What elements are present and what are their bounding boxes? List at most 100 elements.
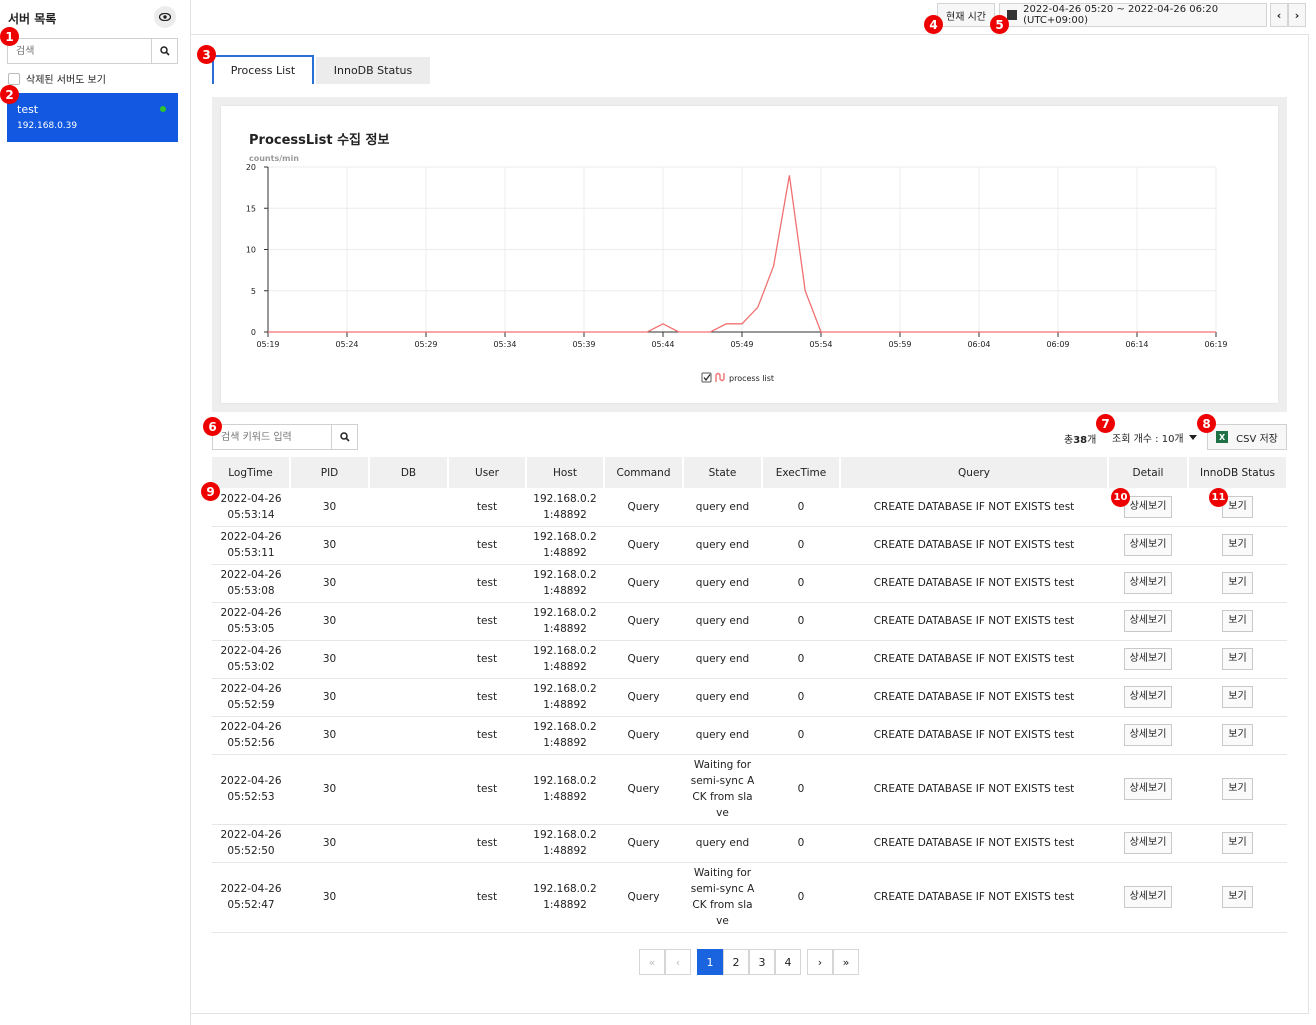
x-tick-label: 05:24 bbox=[335, 340, 358, 349]
innodb-view-button[interactable]: 보기 bbox=[1222, 832, 1253, 854]
table-cell: 30 bbox=[290, 678, 369, 717]
detail-button[interactable]: 상세보기 bbox=[1123, 778, 1173, 800]
show-deleted-toggle[interactable]: 삭제된 서버도 보기 bbox=[8, 71, 106, 86]
table-cell: Query bbox=[604, 678, 683, 717]
innodb-view-button[interactable]: 보기 bbox=[1222, 572, 1253, 594]
table-cell: 192.168.0.2 1:48892 bbox=[526, 862, 604, 933]
marker-1: 1 bbox=[0, 27, 19, 46]
table-cell: query end bbox=[683, 678, 762, 717]
detail-button[interactable]: 상세보기 bbox=[1123, 572, 1173, 594]
server-sidebar: 서버 목록 삭제된 서버도 보기 test 192.168.0.39 bbox=[0, 0, 191, 1025]
x-tick-label: 06:19 bbox=[1204, 340, 1227, 349]
innodb-cell: 보기 bbox=[1188, 716, 1287, 755]
table-cell: 192.168.0.2 1:48892 bbox=[526, 640, 604, 679]
server-list-item[interactable]: test 192.168.0.39 bbox=[7, 93, 178, 142]
page-3-button[interactable]: 3 bbox=[749, 949, 775, 975]
column-header: Detail bbox=[1108, 457, 1189, 488]
table-cell bbox=[369, 640, 448, 679]
marker-5: 5 bbox=[990, 15, 1009, 34]
detail-button[interactable]: 상세보기 bbox=[1123, 686, 1173, 708]
y-tick-label: 10 bbox=[246, 246, 256, 255]
innodb-cell: 보기 bbox=[1188, 488, 1287, 527]
table-cell: CREATE DATABASE IF NOT EXISTS test bbox=[840, 716, 1108, 755]
excel-icon: X bbox=[1216, 431, 1229, 443]
table-cell: CREATE DATABASE IF NOT EXISTS test bbox=[840, 640, 1108, 679]
tab-process-list[interactable]: Process List bbox=[212, 55, 314, 84]
keyword-search-input[interactable] bbox=[213, 425, 331, 449]
table-cell: 30 bbox=[290, 716, 369, 755]
page-size-select[interactable]: 조회 개수 : 10개 bbox=[1112, 430, 1198, 445]
innodb-view-button[interactable]: 보기 bbox=[1222, 778, 1253, 800]
table-cell: test bbox=[448, 754, 526, 825]
innodb-view-button[interactable]: 보기 bbox=[1222, 686, 1253, 708]
detail-button[interactable]: 상세보기 bbox=[1123, 724, 1173, 746]
detail-button[interactable]: 상세보기 bbox=[1123, 886, 1173, 908]
table-cell bbox=[369, 824, 448, 863]
column-header: Host bbox=[526, 457, 605, 488]
server-search-input[interactable] bbox=[8, 39, 151, 63]
search-icon[interactable] bbox=[331, 425, 357, 449]
detail-button[interactable]: 상세보기 bbox=[1123, 832, 1173, 854]
table-cell: query end bbox=[683, 716, 762, 755]
innodb-view-button[interactable]: 보기 bbox=[1222, 724, 1253, 746]
marker-6: 6 bbox=[203, 417, 222, 436]
detail-button[interactable]: 상세보기 bbox=[1123, 495, 1173, 518]
column-header: State bbox=[683, 457, 763, 488]
search-icon[interactable] bbox=[151, 39, 177, 63]
table-cell bbox=[369, 754, 448, 825]
last-page-button[interactable]: » bbox=[833, 949, 859, 975]
keyword-search-box bbox=[212, 424, 358, 450]
column-header: DB bbox=[369, 457, 449, 488]
eye-icon[interactable] bbox=[154, 6, 176, 28]
table-cell: 0 bbox=[762, 716, 840, 755]
time-range-picker[interactable]: 2022-04-26 05:20 ~ 2022-04-26 06:20 (UTC… bbox=[999, 3, 1267, 27]
calendar-icon bbox=[1007, 10, 1018, 20]
first-page-button[interactable]: « bbox=[639, 949, 665, 975]
column-header: LogTime bbox=[212, 457, 291, 488]
marker-7: 7 bbox=[1096, 414, 1115, 433]
table-row: 2022-04-26 05:52:56 30 test 192.168.0.2 1:4… bbox=[212, 716, 1287, 755]
column-header: ExecTime bbox=[762, 457, 841, 488]
detail-cell: 상세보기 bbox=[1108, 754, 1188, 825]
prev-range-button[interactable]: ‹ bbox=[1270, 3, 1288, 27]
detail-button[interactable]: 상세보기 bbox=[1123, 610, 1173, 632]
next-range-button[interactable]: › bbox=[1288, 3, 1306, 27]
column-header: Query bbox=[840, 457, 1109, 488]
table-cell: 2022-04-26 05:52:56 bbox=[212, 716, 290, 755]
innodb-view-button[interactable]: 보기 bbox=[1222, 886, 1253, 908]
time-range-text: 2022-04-26 05:20 ~ 2022-04-26 06:20 (UTC… bbox=[1023, 4, 1219, 26]
csv-save-button[interactable]: X CSV 저장 bbox=[1207, 424, 1287, 450]
table-cell: 192.168.0.2 1:48892 bbox=[526, 824, 604, 863]
next-page-button[interactable]: › bbox=[807, 949, 833, 975]
y-tick-label: 5 bbox=[251, 287, 256, 296]
table-cell: Query bbox=[604, 526, 683, 565]
table-cell: 2022-04-26 05:52:47 bbox=[212, 862, 290, 933]
x-tick-label: 05:19 bbox=[256, 340, 279, 349]
innodb-view-button[interactable]: 보기 bbox=[1222, 648, 1253, 670]
table-cell bbox=[369, 716, 448, 755]
table-cell: 0 bbox=[762, 526, 840, 565]
table-cell: 30 bbox=[290, 488, 369, 527]
current-time-button[interactable]: 현재 시간 bbox=[937, 3, 995, 27]
page-1-button[interactable]: 1 bbox=[697, 949, 723, 975]
detail-button[interactable]: 상세보기 bbox=[1123, 534, 1173, 556]
innodb-view-button[interactable]: 보기 bbox=[1222, 610, 1253, 632]
total-prefix: 총 bbox=[1064, 435, 1074, 446]
tab-innodb-status[interactable]: InnoDB Status bbox=[316, 57, 430, 84]
page-2-button[interactable]: 2 bbox=[723, 949, 749, 975]
table-cell: CREATE DATABASE IF NOT EXISTS test bbox=[840, 564, 1108, 603]
page-4-button[interactable]: 4 bbox=[775, 949, 801, 975]
prev-page-button[interactable]: ‹ bbox=[665, 949, 691, 975]
table-cell: test bbox=[448, 602, 526, 641]
table-cell: 2022-04-26 05:53:05 bbox=[212, 602, 290, 641]
innodb-view-button[interactable]: 보기 bbox=[1222, 534, 1253, 556]
table-cell bbox=[369, 488, 448, 527]
show-deleted-checkbox[interactable] bbox=[8, 72, 20, 85]
table-cell: Query bbox=[604, 640, 683, 679]
table-cell: Query bbox=[604, 602, 683, 641]
table-cell: 30 bbox=[290, 564, 369, 603]
table-cell: 2022-04-26 05:52:59 bbox=[212, 678, 290, 717]
detail-button[interactable]: 상세보기 bbox=[1123, 648, 1173, 670]
table-cell: query end bbox=[683, 640, 762, 679]
table-cell bbox=[369, 564, 448, 603]
